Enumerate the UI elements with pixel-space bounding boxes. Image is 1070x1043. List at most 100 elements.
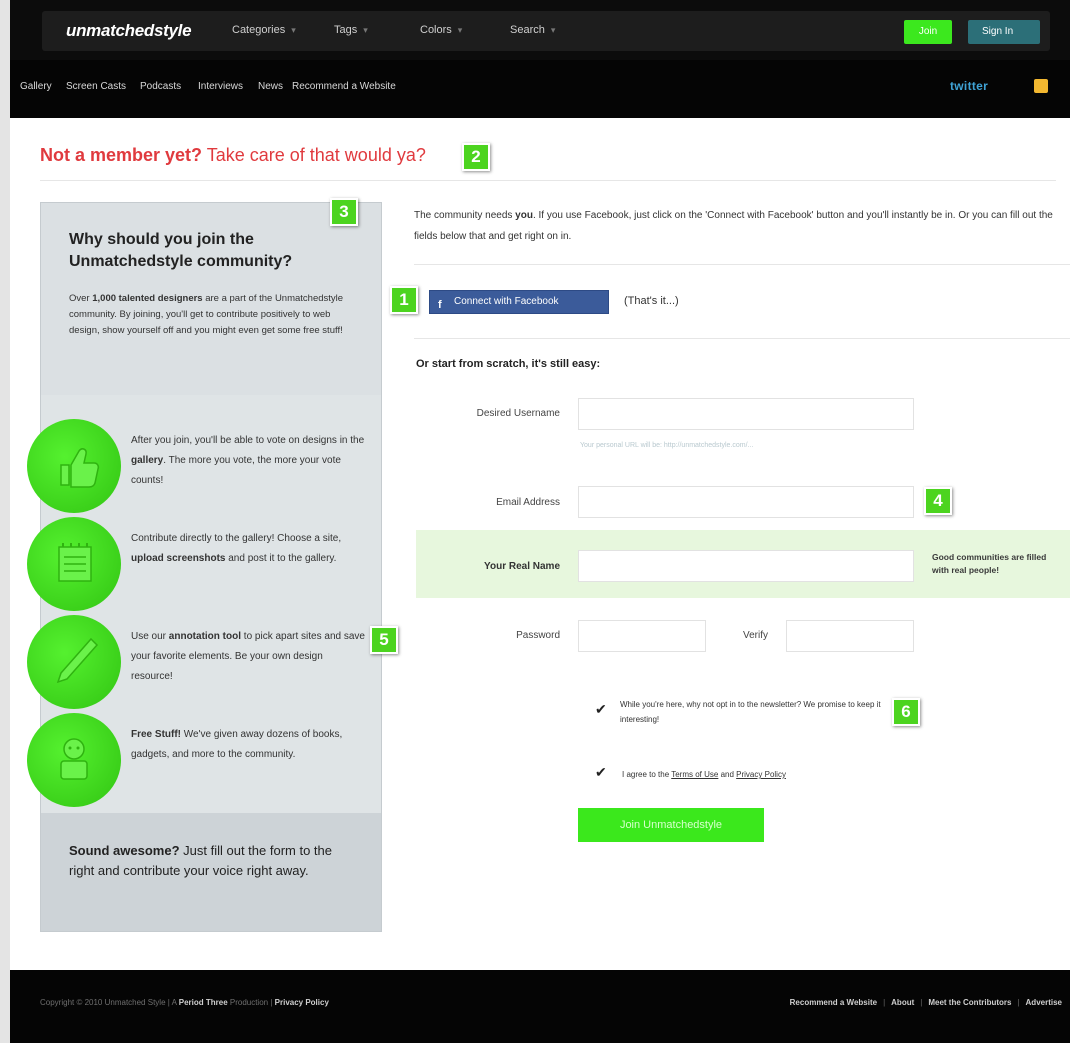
feature-free-stuff: Free Stuff! We've given away dozens of b…: [131, 725, 367, 765]
verify-input[interactable]: [786, 620, 914, 652]
subnav-recommend[interactable]: Recommend a Website: [292, 81, 396, 92]
sidebar-top: Why should you join the Unmatchedstyle c…: [41, 203, 381, 395]
footer-sep: |: [920, 998, 923, 1007]
terms-part: and: [718, 770, 737, 779]
footer-recommend-link[interactable]: Recommend a Website: [790, 998, 877, 1007]
sub-nav: Gallery Screen Casts Podcasts Interviews…: [10, 60, 1070, 118]
footer-advertise-link[interactable]: Advertise: [1026, 998, 1062, 1007]
feature-contribute: Contribute directly to the gallery! Choo…: [131, 529, 367, 569]
scratch-heading: Or start from scratch, it's still easy:: [416, 358, 601, 370]
feature-strong: Free Stuff!: [131, 729, 181, 740]
cta-strong: Sound awesome?: [69, 843, 180, 858]
join-submit-button[interactable]: Join Unmatchedstyle: [578, 808, 764, 842]
footer-sep: |: [883, 998, 886, 1007]
nav-colors[interactable]: Colors ▾: [420, 24, 462, 36]
footer-links: Recommend a Website | About | Meet the Contr…: [790, 998, 1062, 1007]
intro-text: The community needs you. If you use Face…: [414, 205, 1054, 247]
heading-strong: Not a member yet?: [40, 145, 203, 165]
feature-strong: upload screenshots: [131, 553, 226, 564]
subnav-interviews[interactable]: Interviews: [198, 81, 243, 92]
feature-text: and post it to the gallery.: [225, 553, 337, 564]
facebook-icon: f: [438, 299, 442, 311]
copyright-text: Copyright © 2010 Unmatched Style: [40, 998, 166, 1007]
chevron-down-icon: ▾: [550, 25, 556, 35]
footer-sep: |: [1017, 998, 1020, 1007]
password-input[interactable]: [578, 620, 706, 652]
sign-in-button[interactable]: Sign In: [968, 20, 1040, 44]
subnav-screen-casts[interactable]: Screen Casts: [66, 81, 126, 92]
footer-copyright: Copyright © 2010 Unmatched Style | A Per…: [40, 998, 329, 1007]
divider: [414, 338, 1070, 339]
email-label: Email Address: [496, 497, 560, 508]
join-button[interactable]: Join: [904, 20, 952, 44]
feature-text: Use our: [131, 631, 169, 642]
chevron-down-icon: ▾: [291, 25, 296, 35]
newsletter-checkbox[interactable]: [595, 701, 609, 719]
feature-text: . The more you vote, the more your vote …: [131, 455, 341, 486]
username-input[interactable]: [578, 398, 914, 430]
feature-text: After you join, you'll be able to vote o…: [131, 435, 365, 446]
badge-2: 2: [462, 143, 490, 171]
nav-label: Tags: [334, 24, 358, 36]
page: unmatchedstyle Categories ▾ Tags ▾ Colors ▾…: [10, 0, 1070, 1043]
terms-checkbox[interactable]: [595, 764, 609, 782]
top-bar-inner: unmatchedstyle Categories ▾ Tags ▾ Colors ▾…: [42, 11, 1050, 51]
footer-privacy-link[interactable]: Privacy Policy: [275, 998, 329, 1007]
nav-categories[interactable]: Categories ▾: [232, 24, 296, 36]
twitter-link[interactable]: twitter: [950, 79, 988, 93]
terms-of-use-link[interactable]: Terms of Use: [671, 770, 718, 779]
page-heading: Not a member yet? Take care of that woul…: [40, 145, 426, 166]
chevron-down-icon: ▾: [457, 25, 463, 35]
badge-1: 1: [390, 286, 418, 314]
rss-icon[interactable]: [1034, 79, 1048, 93]
thumbs-up-icon: [27, 419, 121, 513]
subnav-news[interactable]: News: [258, 81, 283, 92]
email-input[interactable]: [578, 486, 914, 518]
badge-3: 3: [330, 198, 358, 226]
footer: Copyright © 2010 Unmatched Style | A Per…: [10, 970, 1070, 1043]
feature-text: Contribute directly to the gallery! Choo…: [131, 533, 342, 544]
privacy-policy-link[interactable]: Privacy Policy: [736, 770, 786, 779]
intro-strong: you: [515, 210, 533, 221]
period-three-link[interactable]: Period Three: [179, 998, 228, 1007]
notepad-icon: [27, 517, 121, 611]
badge-5: 5: [370, 626, 398, 654]
facebook-connect-button[interactable]: f Connect with Facebook: [429, 290, 609, 314]
feature-vote: After you join, you'll be able to vote o…: [131, 431, 367, 491]
sidebar-features: After you join, you'll be able to vote o…: [27, 395, 381, 813]
footer-text: A: [171, 998, 179, 1007]
real-name-note: Good communities are filled with real pe…: [932, 552, 1047, 575]
top-bar: unmatchedstyle Categories ▾ Tags ▾ Colors ▾…: [10, 0, 1070, 60]
footer-contributors-link[interactable]: Meet the Contributors: [928, 998, 1011, 1007]
facebook-button-label: Connect with Facebook: [454, 296, 559, 307]
nav-label: Search: [510, 24, 545, 36]
newsletter-text: While you're here, why not opt in to the…: [620, 700, 881, 724]
pen-icon: [27, 615, 121, 709]
heading-light: Take care of that would ya?: [206, 145, 426, 165]
subnav-gallery[interactable]: Gallery: [20, 81, 52, 92]
feature-strong: annotation tool: [168, 631, 242, 642]
site-logo[interactable]: unmatchedstyle: [66, 21, 192, 41]
terms-text: I agree to the Terms of Use and Privacy …: [622, 767, 922, 782]
username-hint: Your personal URL will be: http://unmatc…: [580, 442, 754, 449]
nav-search[interactable]: Search ▾: [510, 24, 555, 36]
real-name-input[interactable]: [578, 550, 914, 582]
footer-text: Production: [227, 998, 269, 1007]
subnav-podcasts[interactable]: Podcasts: [140, 81, 181, 92]
password-label: Password: [516, 630, 560, 641]
nav-label: Categories: [232, 24, 286, 36]
nav-tags[interactable]: Tags ▾: [334, 24, 368, 36]
sidebar: Why should you join the Unmatchedstyle c…: [27, 202, 382, 932]
badge-6: 6: [892, 698, 920, 726]
nav-label: Colors: [420, 24, 452, 36]
footer-about-link[interactable]: About: [891, 998, 914, 1007]
terms-part: I agree to the: [622, 770, 672, 779]
facebook-note: (That's it...): [624, 295, 679, 307]
divider: [414, 264, 1070, 265]
intro-part: The community needs: [414, 210, 516, 221]
sidebar-cta: Sound awesome? Just fill out the form to…: [69, 841, 359, 881]
intro-strong: 1,000 talented designers: [92, 293, 203, 304]
intro-text: Over: [69, 293, 93, 304]
chevron-down-icon: ▾: [363, 25, 368, 35]
feature-strong: gallery: [131, 455, 164, 466]
